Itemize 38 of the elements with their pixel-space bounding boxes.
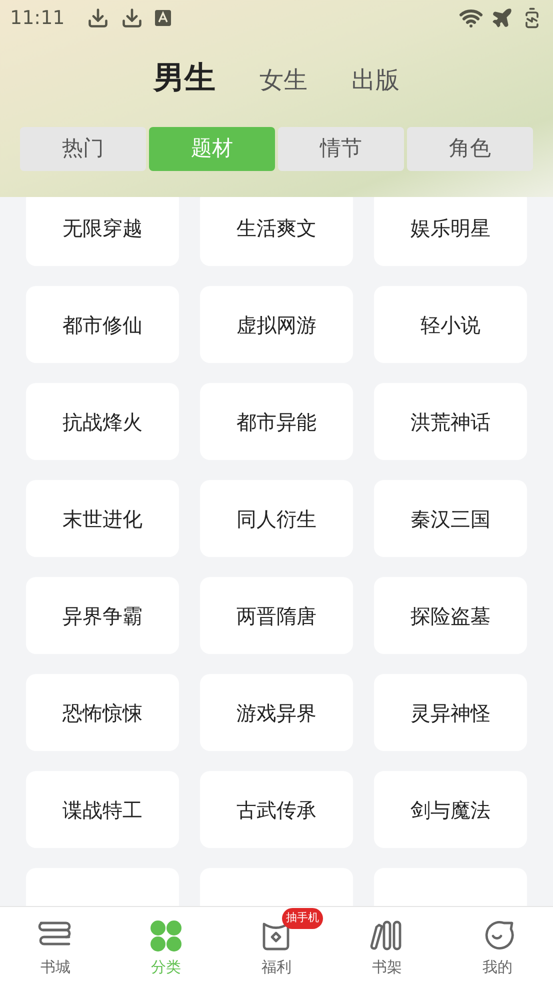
airplane-icon: [491, 7, 513, 29]
nav-tab[interactable]: 书城: [0, 907, 111, 983]
category-tab[interactable]: 情节: [278, 127, 404, 171]
category-card[interactable]: 娱乐明星: [374, 197, 527, 266]
category-tab[interactable]: 热门: [20, 127, 146, 171]
category-card[interactable]: 无限穿越: [26, 197, 179, 266]
category-card[interactable]: 恐怖惊悚: [26, 674, 179, 751]
category-card[interactable]: 秦汉三国: [374, 480, 527, 557]
gender-tab[interactable]: 男生: [154, 63, 216, 94]
badge: 抽手机: [282, 908, 324, 928]
category-card[interactable]: 末世进化: [26, 480, 179, 557]
download-icon: [120, 7, 143, 29]
category-tab[interactable]: 角色: [407, 127, 533, 171]
category-card[interactable]: 同人衍生: [200, 480, 353, 557]
clover-icon: [148, 919, 183, 953]
nav-tab[interactable]: 我的: [442, 907, 553, 983]
category-card[interactable]: 生活爽文: [200, 197, 353, 266]
download-icon: [86, 7, 109, 29]
category-card[interactable]: 轻小说: [374, 286, 527, 363]
keyboard-icon: [154, 10, 171, 26]
nav-tab[interactable]: 抽手机 福利: [221, 907, 332, 983]
category-card[interactable]: 异界争霸: [26, 577, 179, 654]
category-card[interactable]: 探险盗墓: [374, 577, 527, 654]
category-card[interactable]: 两晋隋唐: [200, 577, 353, 654]
category-card[interactable]: 都市修仙: [26, 286, 179, 363]
category-card[interactable]: 谍战特工: [26, 771, 179, 848]
category-card[interactable]: 洪荒神话: [374, 383, 527, 460]
category-card[interactable]: 都市异能: [200, 383, 353, 460]
category-card[interactable]: 虚拟网游: [200, 286, 353, 363]
status-time: 11:11: [10, 6, 65, 31]
category-card[interactable]: 剑与魔法: [374, 771, 527, 848]
category-card[interactable]: 抗战烽火: [26, 383, 179, 460]
category-card[interactable]: 灵异神怪: [374, 674, 527, 751]
gender-tab[interactable]: 出版: [352, 68, 400, 94]
category-card[interactable]: 游戏异界: [200, 674, 353, 751]
nav-tab[interactable]: 书架: [332, 907, 442, 983]
gender-tab[interactable]: 女生: [260, 68, 308, 94]
category-card[interactable]: 古武传承: [200, 771, 353, 848]
